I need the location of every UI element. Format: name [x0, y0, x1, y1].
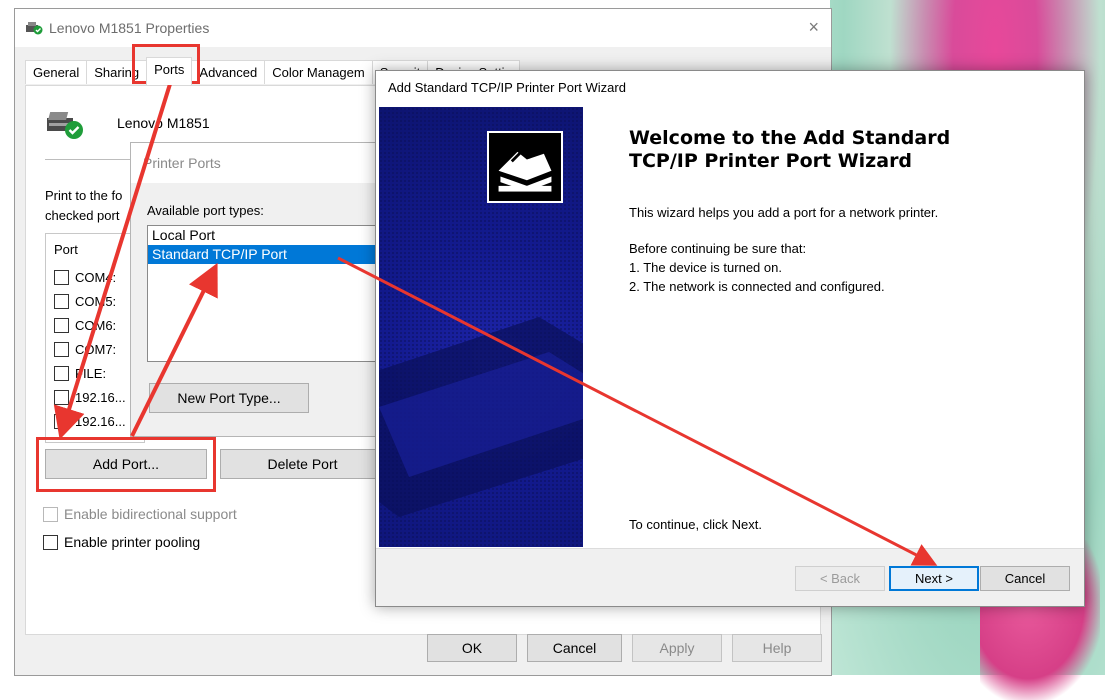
description-line: checked port	[45, 208, 120, 223]
close-icon[interactable]: ×	[808, 17, 819, 38]
back-button[interactable]: < Back	[795, 566, 885, 591]
title-bar: Lenovo M1851 Properties	[15, 9, 831, 47]
port-checkbox[interactable]	[54, 341, 69, 357]
port-checkbox[interactable]	[54, 269, 69, 285]
help-button[interactable]: Help	[732, 634, 822, 662]
bidirectional-support[interactable]: Enable bidirectional support	[43, 506, 237, 522]
apply-button[interactable]: Apply	[632, 634, 722, 662]
printer-check-icon	[47, 112, 83, 139]
wizard-heading: Welcome to the Add Standard TCP/IP Print…	[629, 127, 950, 173]
wizard-footer: < Back Next > Cancel	[376, 548, 1084, 606]
printer-check-icon	[26, 22, 43, 35]
port-types-list[interactable]: Local Port Standard TCP/IP Port	[147, 225, 387, 362]
annotation-box-add-port	[36, 437, 216, 492]
wizard-title: Add Standard TCP/IP Printer Port Wizard	[388, 80, 626, 95]
wizard-intro: This wizard helps you add a port for a n…	[629, 205, 939, 220]
heading-line: TCP/IP Printer Port Wizard	[629, 150, 913, 172]
tcpip-port-wizard: Add Standard TCP/IP Printer Port Wizard …	[375, 70, 1085, 607]
heading-line: Welcome to the Add Standard	[629, 127, 951, 149]
tab-advanced[interactable]: Advanced	[191, 60, 266, 84]
before-label: Before continuing be sure that:	[629, 241, 807, 256]
port-checkbox[interactable]	[54, 317, 69, 333]
continue-text: To continue, click Next.	[629, 517, 762, 532]
printer-name: Lenovo M1851	[117, 115, 210, 131]
wizard-cancel-button[interactable]: Cancel	[980, 566, 1070, 591]
cancel-button[interactable]: Cancel	[527, 634, 622, 662]
port-label: COM5:	[75, 293, 117, 309]
next-button[interactable]: Next >	[889, 566, 979, 591]
left-strip	[0, 0, 14, 675]
port-type-item-selected[interactable]: Standard TCP/IP Port	[148, 245, 386, 264]
port-checkbox[interactable]	[54, 365, 69, 381]
bidirectional-label: Enable bidirectional support	[64, 506, 237, 522]
window-title: Lenovo M1851 Properties	[49, 20, 210, 36]
dialog-title: Printer Ports	[131, 143, 379, 183]
port-type-item[interactable]: Local Port	[148, 226, 386, 245]
prereq-step: 1. The device is turned on.	[629, 260, 782, 275]
tab-ports[interactable]: Ports	[146, 57, 193, 85]
banner-printer-graphic	[379, 317, 583, 517]
port-label: COM6:	[75, 317, 117, 333]
tab-general[interactable]: General	[25, 60, 88, 84]
port-checkbox[interactable]	[54, 293, 69, 309]
wizard-prereqs: Before continuing be sure that: 1. The d…	[629, 239, 885, 296]
port-checkbox[interactable]	[54, 389, 69, 405]
port-label: FILE:	[75, 365, 107, 381]
port-label: COM7:	[75, 341, 117, 357]
description-line: Print to the fo	[45, 188, 123, 203]
bidirectional-checkbox[interactable]	[43, 506, 58, 522]
pooling-checkbox[interactable]	[43, 534, 58, 550]
printer-pooling[interactable]: Enable printer pooling	[43, 534, 200, 550]
port-label: COM4:	[75, 269, 117, 285]
port-description: Print to the fo checked port	[45, 186, 122, 226]
wizard-printer-logo-icon	[487, 131, 563, 203]
wizard-banner	[379, 107, 583, 547]
delete-port-button[interactable]: Delete Port	[220, 449, 385, 479]
tab-color-management[interactable]: Color Managem	[264, 60, 373, 84]
available-port-types-label: Available port types:	[147, 203, 264, 218]
port-checkbox[interactable]	[54, 412, 69, 429]
port-label: 192.16...	[75, 389, 126, 405]
new-port-type-button[interactable]: New Port Type...	[149, 383, 309, 413]
ok-button[interactable]: OK	[427, 634, 517, 662]
pooling-label: Enable printer pooling	[64, 534, 201, 550]
port-label: 192.16...	[75, 413, 126, 429]
prereq-step: 2. The network is connected and configur…	[629, 279, 885, 294]
printer-ports-dialog: Printer Ports Available port types: Loca…	[130, 142, 387, 437]
